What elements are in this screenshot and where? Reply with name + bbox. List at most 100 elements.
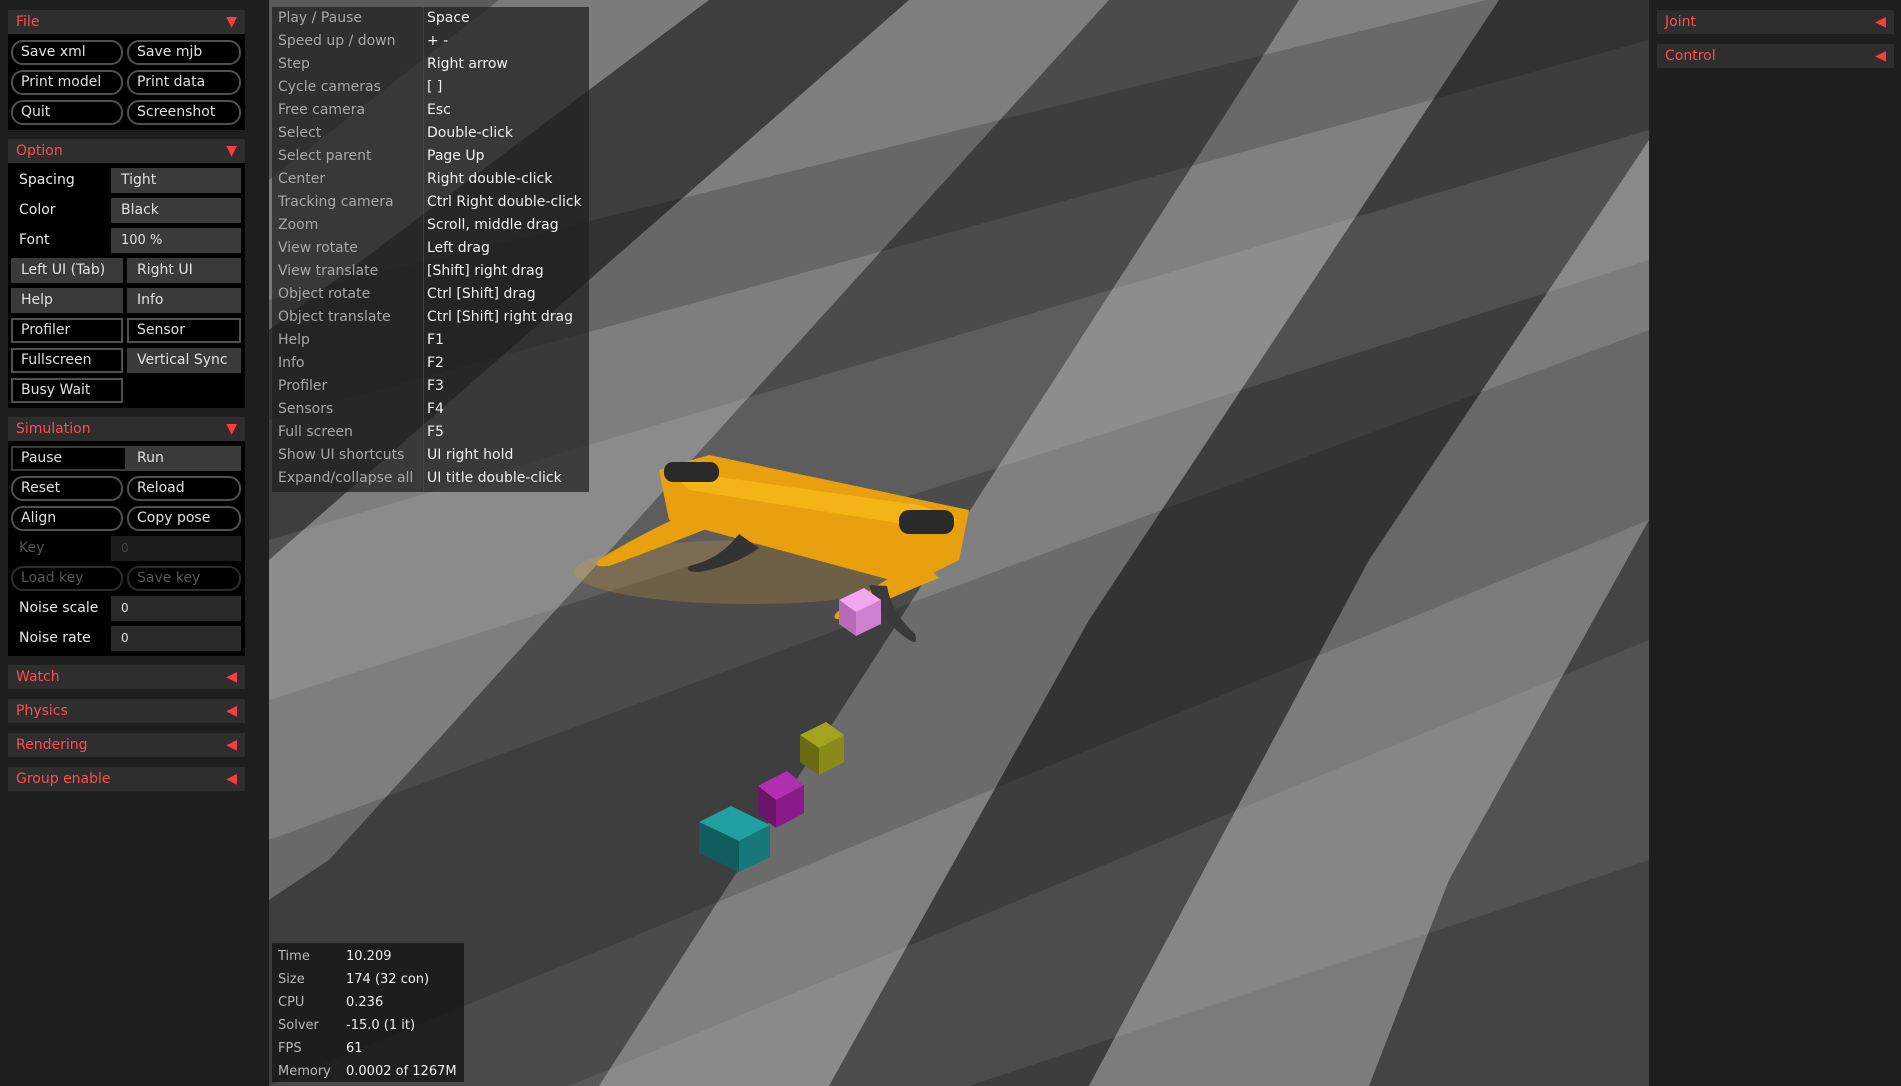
info-stat-value: 61 [346, 1041, 363, 1056]
print-data-button[interactable]: Print data [127, 70, 241, 95]
group-enable-section-header[interactable]: Group enable ◀ [8, 767, 245, 791]
info-row: FPS 61 [272, 1037, 464, 1060]
info-stat-value: -15.0 (1 it) [346, 1018, 416, 1033]
busy-wait-toggle[interactable]: Busy Wait [11, 378, 123, 403]
help-shortcut-value: Ctrl [Shift] right drag [427, 309, 574, 325]
help-row: Info F2 [272, 352, 589, 375]
help-action-label: Show UI shortcuts [278, 447, 405, 463]
help-action-label: Select [278, 125, 322, 141]
help-row: Sensors F4 [272, 398, 589, 421]
key-label: Key [19, 540, 45, 556]
copy-pose-button[interactable]: Copy pose [127, 506, 241, 531]
help-action-label: View rotate [278, 240, 358, 256]
help-action-label: Tracking camera [278, 194, 394, 210]
spacing-select[interactable]: Tight [111, 168, 241, 193]
collapse-triangle-icon: ▼ [226, 143, 237, 159]
font-label: Font [19, 232, 50, 248]
run-radio[interactable]: Run [127, 446, 241, 471]
control-section-header[interactable]: Control ◀ [1657, 44, 1894, 68]
help-row: Center Right double-click [272, 168, 589, 191]
simulation-section-title: Simulation [16, 421, 91, 437]
physics-section-header[interactable]: Physics ◀ [8, 699, 245, 723]
help-action-label: Zoom [278, 217, 319, 233]
quit-button[interactable]: Quit [11, 100, 123, 125]
help-action-label: Center [278, 171, 326, 187]
help-row: Step Right arrow [272, 53, 589, 76]
info-row: CPU 0.236 [272, 991, 464, 1014]
sensor-toggle[interactable]: Sensor [127, 318, 241, 343]
vertical-sync-toggle[interactable]: Vertical Sync [127, 348, 241, 373]
help-action-label: Free camera [278, 102, 366, 118]
simulation-section-header[interactable]: Simulation ▼ [8, 417, 245, 441]
help-action-label: Full screen [278, 424, 353, 440]
reset-button[interactable]: Reset [11, 476, 123, 501]
help-shortcut-value: F4 [427, 401, 444, 417]
info-stat-value: 10.209 [346, 949, 392, 964]
help-shortcut-value: Right arrow [427, 56, 508, 72]
help-action-label: Play / Pause [278, 10, 362, 26]
left-ui-panel: File ▼ Save xml Save mjb Print model Pri… [0, 0, 269, 1086]
screenshot-button[interactable]: Screenshot [127, 100, 241, 125]
help-row: Zoom Scroll, middle drag [272, 214, 589, 237]
align-button[interactable]: Align [11, 506, 123, 531]
noise-rate-input[interactable]: 0 [111, 626, 241, 651]
rendering-section-header[interactable]: Rendering ◀ [8, 733, 245, 757]
file-section-title: File [16, 14, 40, 30]
help-row: Cycle cameras [ ] [272, 76, 589, 99]
info-row: Memory 0.0002 of 1267M [272, 1060, 464, 1083]
help-action-label: Sensors [278, 401, 334, 417]
watch-section-title: Watch [16, 669, 60, 685]
expand-triangle-icon: ◀ [226, 703, 237, 719]
font-select[interactable]: 100 % [111, 228, 241, 253]
help-row: Play / Pause Space [272, 7, 589, 30]
save-mjb-button[interactable]: Save mjb [127, 40, 241, 65]
help-row: Show UI shortcuts UI right hold [272, 444, 589, 467]
help-shortcut-value: F3 [427, 378, 444, 394]
help-row: Select Double-click [272, 122, 589, 145]
help-row: Select parent Page Up [272, 145, 589, 168]
noise-scale-input[interactable]: 0 [111, 596, 241, 621]
reload-button[interactable]: Reload [127, 476, 241, 501]
help-shortcut-value: Ctrl [Shift] drag [427, 286, 536, 302]
expand-triangle-icon: ◀ [226, 669, 237, 685]
help-row: Tracking camera Ctrl Right double-click [272, 191, 589, 214]
expand-triangle-icon: ◀ [1875, 48, 1886, 64]
help-shortcut-value: F5 [427, 424, 444, 440]
info-stat-value: 0.236 [346, 995, 384, 1010]
joint-section-header[interactable]: Joint ◀ [1657, 10, 1894, 34]
help-row: View translate [Shift] right drag [272, 260, 589, 283]
help-action-label: Object translate [278, 309, 391, 325]
expand-triangle-icon: ◀ [1875, 14, 1886, 30]
joint-section-title: Joint [1665, 14, 1696, 30]
help-shortcut-value: F2 [427, 355, 444, 371]
key-slider[interactable]: 0 [111, 536, 241, 561]
info-stats-overlay: Time 10.209 Size 174 (32 con) CPU 0.236 Solver… [272, 943, 464, 1082]
group-enable-section-title: Group enable [16, 771, 111, 787]
info-row: Solver -15.0 (1 it) [272, 1014, 464, 1037]
pause-radio[interactable]: Pause [11, 446, 127, 471]
help-shortcut-value: UI title double-click [427, 470, 562, 486]
left-ui-toggle[interactable]: Left UI (Tab) [11, 258, 123, 283]
help-action-label: Info [278, 355, 305, 371]
help-shortcut-value: + - [427, 33, 449, 49]
help-shortcut-value: [Shift] right drag [427, 263, 544, 279]
color-select[interactable]: Black [111, 198, 241, 223]
collapse-triangle-icon: ▼ [226, 421, 237, 437]
watch-section-header[interactable]: Watch ◀ [8, 665, 245, 689]
profiler-toggle[interactable]: Profiler [11, 318, 123, 343]
fullscreen-toggle[interactable]: Fullscreen [11, 348, 123, 373]
save-key-button[interactable]: Save key [127, 566, 241, 591]
option-section-header[interactable]: Option ▼ [8, 139, 245, 163]
help-shortcuts-overlay: Play / Pause Space Speed up / down + - Step R… [272, 7, 589, 492]
help-toggle[interactable]: Help [11, 288, 123, 313]
info-stat-label: Size [278, 972, 305, 987]
file-section-header[interactable]: File ▼ [8, 10, 245, 34]
help-row: Free camera Esc [272, 99, 589, 122]
info-stat-value: 0.0002 of 1267M [346, 1064, 457, 1079]
print-model-button[interactable]: Print model [11, 70, 123, 95]
load-key-button[interactable]: Load key [11, 566, 123, 591]
info-toggle[interactable]: Info [127, 288, 241, 313]
right-ui-toggle[interactable]: Right UI [127, 258, 241, 283]
save-xml-button[interactable]: Save xml [11, 40, 123, 65]
info-stat-value: 174 (32 con) [346, 972, 430, 987]
